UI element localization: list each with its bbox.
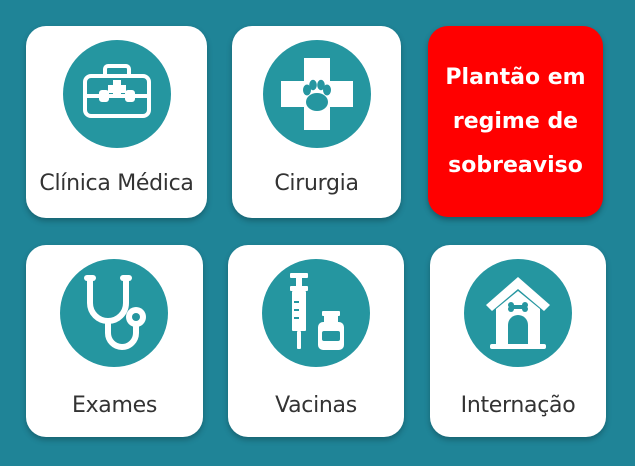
dog-house-icon xyxy=(464,259,572,367)
service-label: Exames xyxy=(71,393,158,418)
medical-kit-icon xyxy=(63,40,171,148)
syringe-vial-icon xyxy=(262,259,370,367)
service-card-clinica-medica[interactable]: Clínica Médica xyxy=(26,26,207,218)
service-label: Cirurgia xyxy=(274,171,359,196)
service-card-vacinas[interactable]: Vacinas xyxy=(228,245,404,437)
on-call-line: regime de xyxy=(452,109,579,134)
service-card-cirurgia[interactable]: Cirurgia xyxy=(232,26,401,218)
on-call-card[interactable]: Plantão em regime de sobreaviso xyxy=(428,26,603,217)
paw-cross-icon xyxy=(263,40,371,148)
service-label: Clínica Médica xyxy=(39,171,194,196)
on-call-line: sobreaviso xyxy=(448,153,583,178)
service-card-exames[interactable]: Exames xyxy=(26,245,203,437)
service-label: Internação xyxy=(460,393,576,418)
on-call-text: Plantão em regime de sobreaviso xyxy=(438,56,593,188)
service-card-internacao[interactable]: Internação xyxy=(430,245,606,437)
stethoscope-icon xyxy=(60,259,168,367)
service-label: Vacinas xyxy=(275,393,357,418)
on-call-line: Plantão em xyxy=(445,65,586,90)
